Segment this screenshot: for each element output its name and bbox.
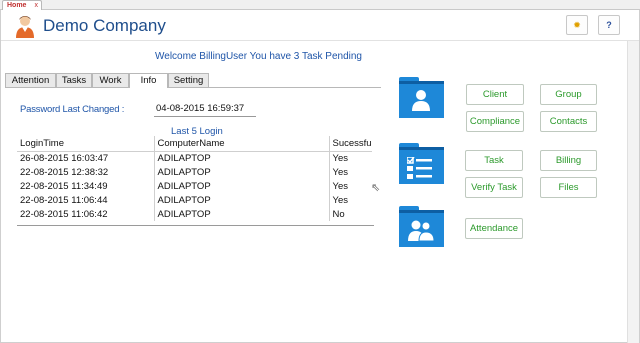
cell-computer-name: ADILAPTOP <box>154 179 330 193</box>
tasks-folder-icon <box>399 143 444 184</box>
user-avatar-icon <box>16 16 34 38</box>
company-name: Demo Company <box>43 16 166 35</box>
table-header-row: LoginTime ComputerName Sucessfu <box>17 136 372 152</box>
cell-computer-name: ADILAPTOP <box>154 193 330 207</box>
cell-computer-name: ADILAPTOP <box>154 151 330 165</box>
settings-button[interactable]: ✹ <box>566 15 588 35</box>
table-row[interactable]: 22-08-2015 11:34:49 ADILAPTOP Yes <box>17 179 372 193</box>
cell-successful: No <box>332 208 345 220</box>
attendance-folder-icon <box>399 206 444 247</box>
tab-tasks[interactable]: Tasks <box>56 73 92 87</box>
client-button[interactable]: Client <box>466 84 524 105</box>
sun-icon: ✹ <box>573 20 581 30</box>
files-button[interactable]: Files <box>540 177 597 198</box>
password-changed-value: 04-08-2015 16:59:37 <box>154 102 256 117</box>
app-header: Demo Company ✹ ? <box>1 10 639 41</box>
billing-button[interactable]: Billing <box>540 150 597 171</box>
clients-folder-icon <box>399 77 444 118</box>
help-icon: ? <box>606 20 612 30</box>
tab-info[interactable]: Info <box>129 73 168 88</box>
checklist-icon <box>407 157 432 179</box>
welcome-message: Welcome BillingUser You have 3 Task Pend… <box>155 51 362 62</box>
person-icon <box>412 90 430 111</box>
home-window-tab[interactable]: Home x <box>2 0 42 10</box>
info-panel: Password Last Changed : 04-08-2015 16:59… <box>5 87 381 335</box>
table-row[interactable]: 26-08-2015 16:03:47 ADILAPTOP Yes <box>17 151 372 165</box>
tab-work[interactable]: Work <box>92 73 129 87</box>
column-header-login-time[interactable]: LoginTime <box>17 136 155 152</box>
password-changed-label: Password Last Changed : <box>20 104 125 115</box>
cell-successful: Yes <box>332 166 349 178</box>
mouse-cursor-icon: ⇖ <box>371 182 381 194</box>
tab-setting[interactable]: Setting <box>168 73 209 87</box>
task-button[interactable]: Task <box>465 150 523 171</box>
cell-login-time: 26-08-2015 16:03:47 <box>17 151 155 165</box>
cell-successful: Yes <box>332 194 349 206</box>
cell-successful: Yes <box>332 180 349 192</box>
group-button[interactable]: Group <box>540 84 597 105</box>
contacts-button[interactable]: Contacts <box>540 111 597 132</box>
column-header-successful[interactable]: Sucessfu <box>329 136 372 152</box>
vertical-scrollbar[interactable] <box>627 41 639 343</box>
attendance-button[interactable]: Attendance <box>465 218 523 239</box>
cell-computer-name: ADILAPTOP <box>154 165 330 179</box>
group-people-icon <box>408 220 434 241</box>
verify-task-button[interactable]: Verify Task <box>465 177 523 198</box>
cell-successful: Yes <box>332 152 349 164</box>
table-row[interactable]: 22-08-2015 12:38:32 ADILAPTOP Yes <box>17 165 372 179</box>
table-row[interactable]: 22-08-2015 11:06:44 ADILAPTOP Yes <box>17 193 372 207</box>
login-history-table: LoginTime ComputerName Sucessfu 26-08-20… <box>17 136 372 221</box>
cell-login-time: 22-08-2015 11:06:44 <box>17 193 155 207</box>
cell-login-time: 22-08-2015 12:38:32 <box>17 165 155 179</box>
cell-login-time: 22-08-2015 11:34:49 <box>17 179 155 193</box>
cell-login-time: 22-08-2015 11:06:42 <box>17 207 155 221</box>
window-tab-strip: Home x <box>0 0 640 10</box>
column-header-computer-name[interactable]: ComputerName <box>154 136 330 152</box>
help-button[interactable]: ? <box>598 15 620 35</box>
cell-computer-name: ADILAPTOP <box>154 207 330 221</box>
tab-attention[interactable]: Attention <box>5 73 56 87</box>
close-tab-icon[interactable]: x <box>35 1 39 10</box>
main-window: Demo Company ✹ ? Welcome BillingUser You… <box>0 10 640 343</box>
compliance-button[interactable]: Compliance <box>466 111 524 132</box>
table-bottom-divider <box>17 225 374 226</box>
table-row[interactable]: 22-08-2015 11:06:42 ADILAPTOP No <box>17 207 372 221</box>
home-tab-label: Home <box>7 2 27 9</box>
